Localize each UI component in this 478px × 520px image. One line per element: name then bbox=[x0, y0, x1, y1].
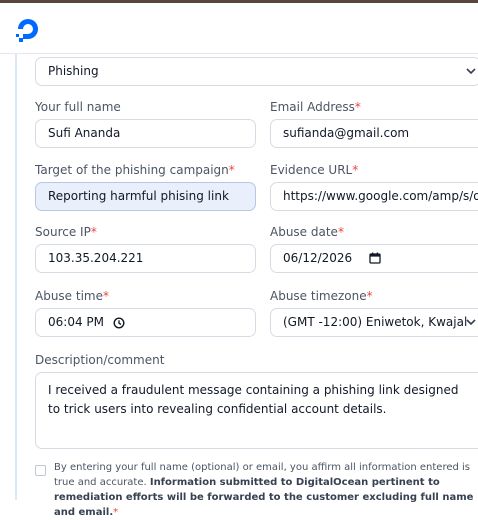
email-label: Email Address* bbox=[270, 100, 361, 114]
target-label: Target of the phishing campaign* bbox=[35, 163, 235, 177]
required-asterisk: * bbox=[228, 163, 235, 177]
required-asterisk: * bbox=[103, 289, 109, 303]
consent-checkbox[interactable] bbox=[35, 465, 46, 476]
abuse-time-label: Abuse time* bbox=[35, 289, 109, 303]
consent-text: By entering your full name (optional) or… bbox=[54, 460, 478, 520]
calendar-icon[interactable] bbox=[369, 252, 381, 264]
description-value: I received a fraudulent message containi… bbox=[48, 383, 463, 416]
description-textarea[interactable]: I received a fraudulent message containi… bbox=[35, 372, 478, 449]
target-input[interactable]: Reporting harmful phising link bbox=[35, 182, 256, 211]
abuse-date-value: 06/12/2026 bbox=[283, 251, 353, 265]
description-label: Description/comment bbox=[35, 353, 165, 367]
required-asterisk: * bbox=[352, 163, 359, 177]
required-asterisk: * bbox=[113, 507, 119, 518]
full-name-label: Your full name bbox=[35, 100, 121, 114]
evidence-url-label: Evidence URL* bbox=[270, 163, 359, 177]
site-header bbox=[0, 3, 478, 54]
abuse-timezone-value: (GMT -12:00) Eniwetok, Kwajal bbox=[283, 315, 468, 329]
abuse-time-input[interactable]: 06:04 PM bbox=[35, 308, 256, 337]
clock-icon[interactable] bbox=[113, 317, 125, 329]
abuse-date-label: Abuse date* bbox=[270, 225, 344, 239]
full-name-input[interactable]: Sufi Ananda bbox=[35, 119, 256, 148]
source-ip-input[interactable]: 103.35.204.221 bbox=[35, 244, 256, 273]
chevron-down-icon bbox=[466, 319, 476, 326]
evidence-url-value: https://www.google.com/amp/s/op1.b bbox=[283, 189, 478, 203]
left-edge-bar bbox=[15, 54, 17, 500]
report-type-select[interactable]: Phishing bbox=[35, 57, 478, 86]
evidence-url-input[interactable]: https://www.google.com/amp/s/op1.b bbox=[270, 182, 478, 211]
target-value: Reporting harmful phising link bbox=[48, 189, 229, 203]
digitalocean-logo-icon[interactable] bbox=[14, 15, 42, 43]
email-value: sufianda@gmail.com bbox=[283, 126, 410, 140]
full-name-value: Sufi Ananda bbox=[48, 126, 121, 140]
email-input[interactable]: sufianda@gmail.com bbox=[270, 119, 478, 148]
source-ip-label: Source IP* bbox=[35, 225, 97, 239]
chevron-down-icon bbox=[466, 68, 476, 75]
report-type-value: Phishing bbox=[48, 64, 99, 78]
abuse-time-value: 06:04 PM bbox=[48, 315, 104, 329]
required-asterisk: * bbox=[366, 289, 373, 303]
abuse-timezone-select[interactable]: (GMT -12:00) Eniwetok, Kwajal bbox=[270, 308, 478, 337]
required-asterisk: * bbox=[354, 100, 361, 114]
required-asterisk: * bbox=[337, 225, 344, 239]
source-ip-value: 103.35.204.221 bbox=[48, 251, 144, 265]
required-asterisk: * bbox=[90, 225, 97, 239]
abuse-timezone-label: Abuse timezone* bbox=[270, 289, 373, 303]
